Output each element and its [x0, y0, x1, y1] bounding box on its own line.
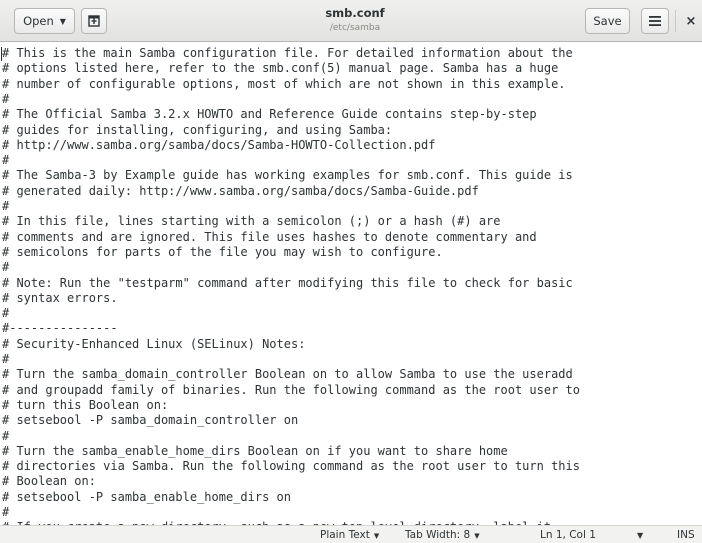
window-title-block: smb.conf /etc/samba [250, 5, 460, 35]
insert-mode-indicator[interactable]: INS [677, 528, 695, 543]
window-subtitle: /etc/samba [329, 23, 381, 33]
editor-line: # Boolean on: [2, 474, 96, 489]
editor-line: # setsebool -P samba_enable_home_dirs on [2, 489, 291, 504]
header-bar: Open ▼ smb.conf /etc/samba Save × [0, 0, 702, 42]
cursor-position: Ln 1, Col 1 [540, 529, 596, 541]
editor-line: # syntax errors. [2, 290, 118, 305]
open-button-label: Open [23, 14, 54, 28]
editor-line: # options listed here, refer to the smb.… [2, 61, 559, 76]
editor-line: # comments and are ignored. This file us… [2, 229, 537, 244]
chevron-down-icon[interactable]: ▼ [637, 528, 643, 543]
editor-line: # and groupadd family of binaries. Run t… [2, 382, 580, 397]
chevron-down-icon: ▼ [59, 16, 66, 26]
menu-button[interactable] [641, 8, 669, 34]
editor-line: # [2, 199, 10, 213]
chevron-down-icon: ▼ [373, 532, 380, 540]
editor-line: # [2, 428, 10, 443]
close-window-button[interactable]: × [680, 8, 702, 34]
editor-line: # directories via Samba. Run the followi… [2, 459, 580, 474]
header-separator [675, 10, 676, 32]
editor-line: # Turn the samba_enable_home_dirs Boolea… [2, 443, 508, 458]
editor-line: #--------------- [2, 321, 118, 336]
editor-line: # semicolons for parts of the file you m… [2, 244, 443, 259]
editor-line: # Security-Enhanced Linux (SELinux) Note… [2, 336, 306, 351]
editor-line: # The Samba-3 by Example guide has worki… [2, 168, 573, 183]
editor-line: # This is the main Samba configuration f… [2, 46, 573, 60]
editor-line: # turn this Boolean on: [2, 397, 169, 412]
new-document-icon [88, 15, 100, 27]
language-selector[interactable]: Plain Text ▼ [320, 528, 379, 543]
editor-line: # Note: Run the "testparm" command after… [2, 275, 573, 290]
status-bar: Plain Text ▼ Tab Width: 8 ▼ Ln 1, Col 1 ▼ … [0, 525, 702, 543]
open-button[interactable]: Open ▼ [14, 8, 75, 34]
chevron-down-icon: ▼ [474, 532, 480, 540]
editor-line: # generated daily: http://www.samba.org/… [2, 183, 479, 198]
gedit-window: Open ▼ smb.conf /etc/samba Save × # This… [0, 0, 702, 543]
hamburger-menu-icon [649, 16, 661, 26]
new-tab-button[interactable] [81, 8, 107, 34]
editor-line: # The Official Samba 3.2.x HOWTO and Ref… [2, 107, 537, 122]
editor-line: # [2, 260, 10, 275]
editor-line: # Turn the samba_domain_controller Boole… [2, 367, 573, 382]
editor-line: # [2, 91, 10, 106]
editor-line: # [2, 352, 10, 366]
close-icon: × [685, 13, 697, 29]
editor-line: # guides for installing, configuring, an… [2, 122, 393, 137]
editor-line: # [2, 306, 10, 321]
editor-line: # setsebool -P samba_domain_controller o… [2, 413, 299, 428]
editor-line: # [2, 153, 10, 168]
editor-line: # number of configurable options, most o… [2, 76, 566, 91]
tab-width-selector[interactable]: Tab Width: 8 ▼ [405, 528, 480, 543]
save-button[interactable]: Save [585, 8, 630, 34]
tab-width-label: Tab Width: 8 [405, 529, 471, 541]
editor-line: # [2, 505, 10, 519]
text-editor-area[interactable]: # This is the main Samba configuration f… [0, 43, 702, 525]
window-title: smb.conf [325, 6, 385, 20]
editor-line: # http://www.samba.org/samba/docs/Samba-… [2, 137, 436, 152]
editor-line: # In this file, lines starting with a se… [2, 214, 501, 229]
language-label: Plain Text [320, 529, 370, 541]
